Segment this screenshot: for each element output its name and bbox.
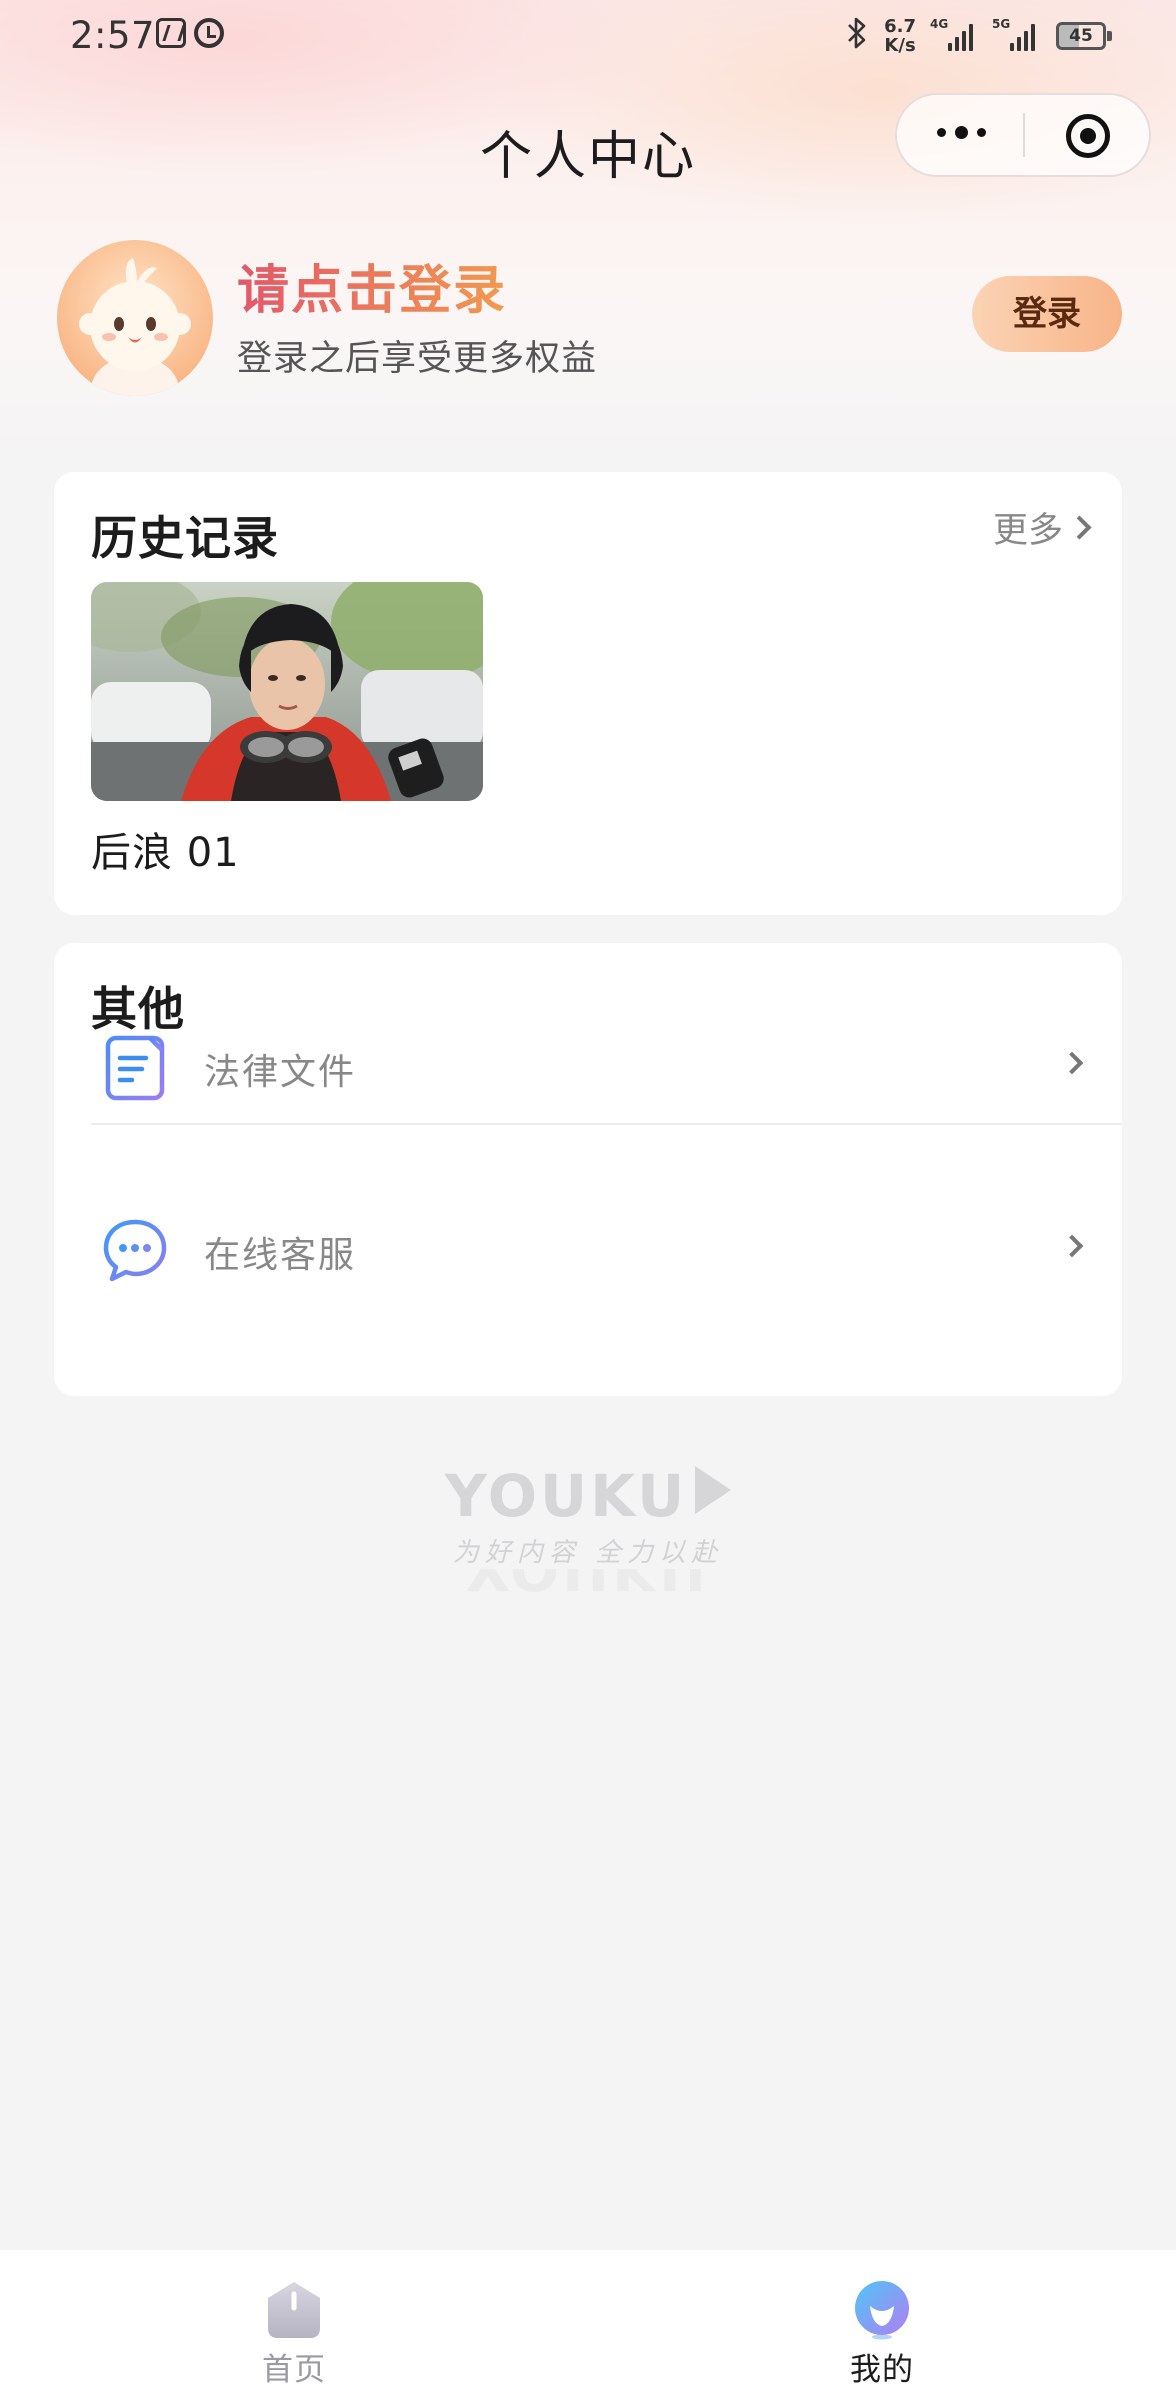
brand-slogan: 为好内容 全力以赴 [452,1538,724,1568]
video-thumbnail-image [91,582,483,801]
tab-home[interactable]: 首页 [0,2250,588,2400]
history-more-label: 更多 [992,511,1063,551]
menu-item-online-service[interactable]: 在线客服 [54,1219,1122,1430]
play-arrow-icon [695,1466,732,1514]
history-more-link[interactable]: 更多 [992,502,1092,553]
login-prompt-subtitle: 登录之后享受更多权益 [237,339,598,379]
brand-name: YOUKU [444,1462,688,1530]
history-item-thumbnail[interactable] [91,582,483,801]
history-item-title[interactable]: 后浪 01 [91,820,240,878]
home-icon [268,2282,320,2338]
status-time: 2:57 [70,14,156,57]
avatar[interactable] [57,240,213,396]
tab-mine-label: 我的 [850,2352,914,2388]
nfc-icon [156,18,186,48]
status-bar: 2:57 6.7 K/s 4G 5G 45 [0,0,1176,70]
brand-reflection: YOUKU [466,1569,710,1603]
mascot-icon [79,258,191,396]
mini-program-capsule [895,93,1151,177]
signal-icon: 5G [992,17,1040,51]
tab-home-label: 首页 [262,2352,326,2388]
network-type-label: 5G [992,17,1011,31]
header-background [0,0,1176,470]
more-icon[interactable] [937,126,986,139]
status-right-icons: 6.7 K/s 4G 5G 45 [846,14,1112,58]
network-speed-unit: K/s [884,35,916,56]
close-target-icon[interactable] [1066,114,1110,158]
youku-logo: YOUKU 为好内容 全力以赴 YOUKU [0,1462,1176,1603]
document-icon [105,1035,165,1101]
bottom-tab-bar: 首页 我的 [0,2250,1176,2400]
others-title: 其他 [91,982,185,1036]
menu-item-legal-documents[interactable]: 法律文件 [54,1035,1122,1247]
menu-divider [91,1123,1122,1125]
battery-icon: 45 [1056,22,1112,50]
capsule-divider [1023,113,1025,157]
menu-item-label: 在线客服 [204,1235,357,1276]
history-title: 历史记录 [91,511,279,565]
chat-bubble-icon [103,1219,167,1282]
bluetooth-icon [846,16,868,56]
login-button[interactable]: 登录 [972,276,1122,352]
tab-mine[interactable]: 我的 [588,2250,1176,2400]
network-speed: 6.7 K/s [884,17,916,55]
network-speed-value: 6.7 [884,16,916,37]
chevron-right-icon [1067,515,1092,540]
history-card: 历史记录 更多 后浪 01 [54,472,1122,915]
login-prompt-title[interactable]: 请点击登录 [237,248,507,323]
others-card: 其他 法律文件 在线客服 [54,943,1122,1396]
menu-item-label: 法律文件 [204,1052,357,1093]
chevron-right-icon [1060,1051,1084,1075]
network-type-label: 4G [930,17,949,31]
alarm-icon [194,18,224,48]
status-left-icons [156,18,224,48]
mine-icon [855,2281,909,2340]
signal-icon: 4G [930,17,978,51]
